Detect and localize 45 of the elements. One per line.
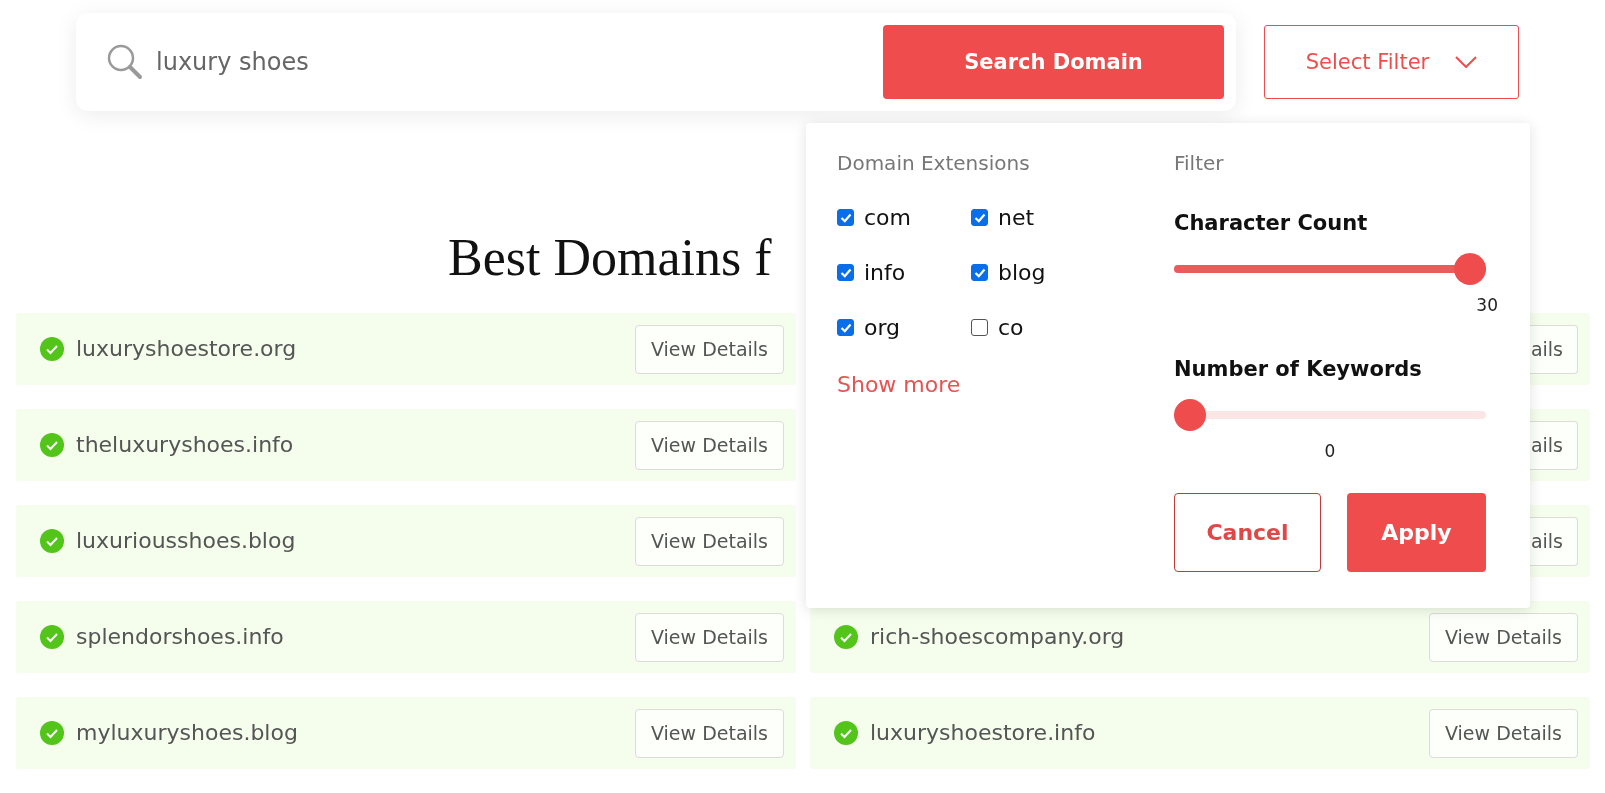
- extension-label: info: [864, 260, 906, 285]
- checkbox[interactable]: [837, 264, 854, 281]
- checkbox[interactable]: [837, 209, 854, 226]
- slider[interactable]: [1174, 253, 1486, 285]
- view-details-button[interactable]: View Details: [635, 324, 784, 374]
- view-details-button[interactable]: View Details: [635, 516, 784, 566]
- view-details-button[interactable]: View Details: [1429, 708, 1578, 758]
- slider-value: 30: [1476, 295, 1498, 315]
- extension-label: co: [998, 315, 1024, 340]
- slider-handle[interactable]: [1174, 399, 1206, 431]
- domain-name: luxuryshoestore.org: [76, 335, 298, 363]
- checkbox[interactable]: [971, 264, 988, 281]
- checkbox[interactable]: [971, 209, 988, 226]
- extension-label: com: [864, 205, 911, 230]
- cancel-button[interactable]: Cancel: [1174, 493, 1321, 572]
- section-title: Filter: [1174, 151, 1225, 175]
- extension-label: blog: [998, 260, 1046, 285]
- slider-label: Character Count: [1174, 211, 1369, 235]
- view-details-button[interactable]: View Details: [635, 612, 784, 662]
- extension-label: net: [998, 205, 1035, 230]
- domain-name: splendorshoes.info: [76, 623, 285, 651]
- slider-value: 0: [1324, 441, 1336, 461]
- slider[interactable]: [1174, 399, 1486, 431]
- view-details-button[interactable]: View Details: [1429, 612, 1578, 662]
- apply-button[interactable]: Apply: [1347, 493, 1486, 572]
- search-button[interactable]: Search Domain: [883, 25, 1224, 99]
- search-icon: [106, 43, 144, 81]
- checkbox[interactable]: [971, 319, 988, 336]
- domain-name: luxuryshoestore.info: [870, 719, 1097, 747]
- extension-label: org: [864, 315, 901, 340]
- search-field[interactable]: luxury shoes: [154, 47, 883, 77]
- slider-label: Number of Keywords: [1174, 357, 1423, 381]
- results-heading: Best Domains f: [448, 228, 772, 288]
- domain-name: luxuriousshoes.blog: [76, 527, 297, 555]
- checkbox[interactable]: [837, 319, 854, 336]
- select-filter-button[interactable]: Select Filter: [1264, 25, 1519, 99]
- view-details-button[interactable]: View Details: [635, 420, 784, 470]
- domain-name: myluxuryshoes.blog: [76, 719, 299, 747]
- caret-icon: [1455, 56, 1478, 68]
- domain-name: rich-shoescompany.org: [870, 623, 1126, 651]
- domain-name: theluxuryshoes.info: [76, 431, 295, 459]
- show-more-link[interactable]: Show more: [837, 372, 961, 397]
- section-title: Domain Extensions: [837, 151, 1031, 175]
- slider-handle[interactable]: [1454, 253, 1486, 285]
- view-details-button[interactable]: View Details: [635, 708, 784, 758]
